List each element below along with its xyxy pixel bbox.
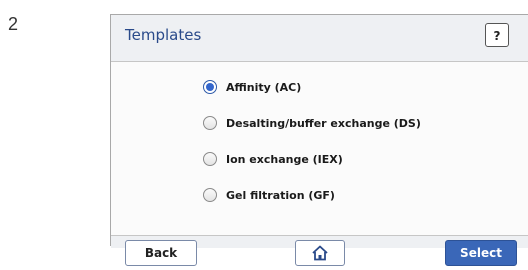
panel-header: Templates ? [111, 15, 528, 62]
option-label: Desalting/buffer exchange (DS) [226, 116, 421, 130]
templates-panel: Templates ? Affinity (AC) Desalting/buff… [110, 14, 528, 266]
option-gel-filtration[interactable]: Gel filtration (GF) [203, 185, 335, 205]
option-desalting[interactable]: Desalting/buffer exchange (DS) [203, 113, 421, 133]
option-label: Gel filtration (GF) [226, 188, 335, 202]
radio-gel-filtration[interactable] [203, 188, 217, 202]
radio-ion-exchange[interactable] [203, 152, 217, 166]
home-button[interactable] [295, 240, 345, 266]
panel-footer: Back Select [111, 235, 528, 266]
option-label: Ion exchange (IEX) [226, 152, 343, 166]
option-ion-exchange[interactable]: Ion exchange (IEX) [203, 149, 343, 169]
help-button[interactable]: ? [485, 23, 509, 47]
template-options: Affinity (AC) Desalting/buffer exchange … [111, 61, 528, 235]
home-icon [311, 245, 329, 265]
radio-affinity[interactable] [203, 80, 217, 94]
option-label: Affinity (AC) [226, 80, 302, 94]
step-number: 2 [8, 14, 19, 34]
select-button[interactable]: Select [445, 240, 517, 266]
panel-title: Templates [125, 26, 202, 44]
radio-desalting[interactable] [203, 116, 217, 130]
back-button[interactable]: Back [125, 240, 197, 266]
option-affinity[interactable]: Affinity (AC) [203, 77, 301, 97]
